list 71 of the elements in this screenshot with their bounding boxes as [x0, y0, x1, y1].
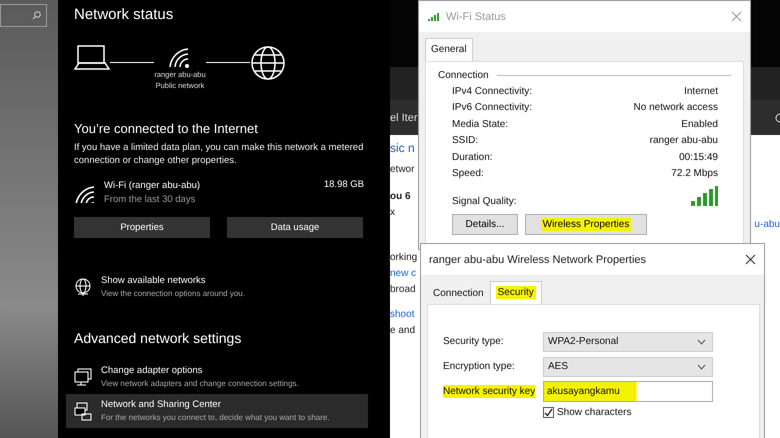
networks-icon: [74, 278, 92, 296]
body-text: e and: [390, 325, 416, 336]
key-field[interactable]: akusayangkamu: [543, 381, 713, 402]
tab[interactable]: Connection: [427, 283, 490, 304]
field-label: IPv4 Connectivity:: [452, 86, 532, 97]
field-label: Media State:: [452, 118, 508, 130]
field-value: ranger abu-abu: [650, 135, 718, 146]
field-label: Signal Quality:: [452, 196, 516, 207]
field-label: Duration:: [452, 152, 493, 163]
usage-period: From the last 30 days: [104, 193, 196, 207]
field-value: Internet: [684, 86, 718, 97]
field-value: 72.2 Mbps: [671, 168, 718, 180]
item-subtitle: View the connection options around you.: [101, 288, 245, 300]
body-text: broad: [390, 284, 416, 295]
dropdown[interactable]: WPA2-Personal: [543, 332, 713, 352]
adapter-item[interactable]: Change adapter options View network adapters and change connection settings.: [66, 360, 368, 394]
close-icon: [745, 254, 756, 265]
page-heading: sic n: [390, 141, 415, 155]
field-label: SSID:: [452, 135, 478, 146]
link[interactable]: new c: [390, 268, 416, 279]
item-title: Change adapter options: [101, 364, 204, 377]
field-value: No network access: [634, 102, 718, 114]
item-title: Show available networks: [101, 274, 207, 287]
sharing-icon: [74, 402, 92, 420]
sharing-item[interactable]: Network and Sharing Center For the networks you connect to, decide what you want to share.: [66, 394, 368, 428]
tab[interactable]: General: [425, 38, 473, 61]
section-heading: You’re connected to the Internet: [74, 121, 259, 136]
description-text: If you have a limited data plan, you can make this network a metered connection or change other properties.: [74, 141, 364, 167]
body-text: ou 6: [390, 191, 411, 202]
field-label: Speed:: [452, 168, 484, 180]
field-label: Encryption type:: [443, 360, 515, 373]
wifi-icon: [74, 183, 94, 203]
search-field[interactable]: [0, 4, 47, 27]
field-label: Security type:: [443, 335, 504, 348]
link[interactable]: u-abu: [754, 219, 780, 230]
refresh-icon: [774, 112, 780, 124]
body-text: x: [390, 207, 395, 218]
details-button[interactable]: Details...: [452, 214, 518, 235]
toolbar-text: el Iter: [390, 112, 418, 124]
connection-name: Wi-Fi (ranger abu-abu): [104, 179, 202, 193]
data-usage-button[interactable]: Data usage: [227, 217, 363, 238]
item-title: Network and Sharing Center: [101, 398, 222, 411]
wireless-properties-button[interactable]: Wireless Properties: [525, 214, 647, 235]
section-heading: Advanced network settings: [74, 330, 242, 346]
window-title: ranger abu-abu Wireless Network Properties: [429, 254, 648, 266]
properties-button[interactable]: Properties: [74, 217, 210, 238]
body-text: orking: [390, 252, 418, 263]
tab[interactable]: Security: [490, 281, 542, 304]
page-title: Network status: [74, 6, 174, 23]
checkbox[interactable]: [543, 407, 554, 418]
link[interactable]: shoot: [390, 309, 414, 320]
adapter-icon: [74, 368, 92, 386]
item-subtitle: For the networks you connect to, decide what you want to share.: [101, 412, 330, 424]
field-value: Enabled: [681, 118, 718, 130]
body-text: etwor: [390, 164, 414, 175]
networks-item[interactable]: Show available networks View the connection options around you.: [66, 270, 368, 304]
window-title: Wi-Fi Status: [446, 10, 507, 22]
signal-bars-icon: [690, 185, 718, 207]
item-subtitle: View network adapters and change connection settings.: [101, 378, 299, 390]
close-icon: [731, 11, 742, 22]
group-label: Connection: [438, 70, 489, 81]
chevron-down-icon: [697, 364, 706, 370]
signal-icon: [427, 12, 441, 22]
laptop-icon: [74, 45, 110, 71]
search-icon: [32, 11, 41, 20]
checkbox-label: Show characters: [557, 407, 632, 418]
field-value: 00:15:49: [679, 152, 718, 163]
dropdown[interactable]: AES: [543, 356, 713, 376]
chevron-down-icon: [697, 338, 706, 344]
data-amount: 18.98 GB: [324, 179, 364, 190]
field-label: IPv6 Connectivity:: [452, 102, 532, 114]
